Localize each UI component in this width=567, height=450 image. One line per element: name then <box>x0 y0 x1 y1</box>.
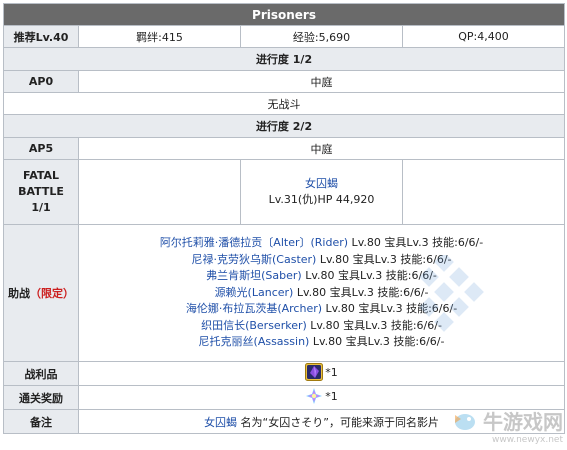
no-battle-note: 无战斗 <box>2 92 566 115</box>
support-servant-link[interactable]: 弗兰肯斯坦(Saber) <box>206 269 302 282</box>
support-servant-stats: Lv.80 宝具Lv.3 技能:6/6/- <box>348 236 484 250</box>
support-servant-stats: Lv.80 宝具Lv.3 技能:6/6/- <box>306 318 442 332</box>
limited-tag: （限定） <box>30 287 74 300</box>
support-servant-row: 尼禄·克劳狄乌斯(Caster) Lv.80 宝具Lv.3 技能:6/6/- <box>79 252 564 269</box>
support-servant-row: 阿尔托莉雅·潘德拉贡〔Alter〕(Rider) Lv.80 宝具Lv.3 技能… <box>79 235 564 252</box>
progress-2-header: 进行度 2/2 <box>2 114 566 138</box>
support-servant-link[interactable]: 织田信长(Berserker) <box>201 319 307 332</box>
progress-1-header: 进行度 1/2 <box>2 47 566 71</box>
saint-quartz-icon[interactable] <box>305 387 323 405</box>
support-servant-row: 织田信长(Berserker) Lv.80 宝具Lv.3 技能:6/6/- <box>79 318 564 335</box>
fatal-battle-label: FATAL BATTLE 1/1 <box>3 159 79 225</box>
empty-enemy-slot <box>78 159 241 225</box>
location-label: 中庭 <box>77 70 566 93</box>
support-label: 助战（限定） <box>3 224 79 362</box>
enemy-name-link[interactable]: 女囚蝎 <box>241 176 402 192</box>
qp-value: QP:4,400 <box>401 25 566 48</box>
loot-count: *1 <box>325 365 338 379</box>
loot-cell: *1 <box>77 361 566 386</box>
remark-label: 备注 <box>3 409 79 434</box>
support-servant-stats: Lv.80 宝具Lv.3 技能:6/6/- <box>293 285 429 299</box>
support-servant-stats: Lv.80 宝具Lv.3 技能:6/6/- <box>316 252 452 266</box>
wave-count: 1/1 <box>31 201 51 214</box>
support-servant-row: 弗兰肯斯坦(Saber) Lv.80 宝具Lv.3 技能:6/6/- <box>79 268 564 285</box>
recommend-level-label: 推荐Lv.40 <box>3 25 79 48</box>
clear-reward-label: 通关奖励 <box>3 385 79 410</box>
watermark-url: www.newyx.net <box>491 435 563 445</box>
remark-cell: 女囚蝎 名为“女囚さそり”，可能来源于同名影片 <box>77 409 566 434</box>
clear-reward-count: *1 <box>325 389 338 403</box>
quest-table: Prisoners 推荐Lv.40 羁绊:415 经验:5,690 QP:4,4… <box>2 3 566 434</box>
enemy-stats: Lv.31(仇)HP 44,920 <box>268 193 375 206</box>
support-servant-stats: Lv.80 宝具Lv.3 技能:6/6/- <box>301 269 437 283</box>
support-servant-link[interactable]: 海伦娜·布拉瓦茨基(Archer) <box>186 302 322 315</box>
bond-value: 羁绊:415 <box>78 25 241 48</box>
support-list: 阿尔托莉雅·潘德拉贡〔Alter〕(Rider) Lv.80 宝具Lv.3 技能… <box>77 224 566 362</box>
ap-cost-label: AP0 <box>3 70 79 93</box>
battle-line: BATTLE <box>18 185 64 198</box>
clear-reward-cell: *1 <box>77 385 566 410</box>
support-servant-stats: Lv.80 宝具Lv.3 技能:6/6/- <box>322 302 458 316</box>
remark-enemy-link[interactable]: 女囚蝎 <box>204 416 237 429</box>
location-label: 中庭 <box>77 137 566 160</box>
ap-cost-label: AP5 <box>3 137 79 160</box>
support-servant-link[interactable]: 尼托克丽丝(Assassin) <box>199 335 310 348</box>
enemy-cell: 女囚蝎 Lv.31(仇)HP 44,920 <box>240 159 403 225</box>
support-servant-stats: Lv.80 宝具Lv.3 技能:6/6/- <box>309 335 445 349</box>
quest-title: Prisoners <box>2 3 566 26</box>
remark-text: 名为“女囚さそり”，可能来源于同名影片 <box>237 415 439 429</box>
support-servant-link[interactable]: 源赖光(Lancer) <box>215 286 294 299</box>
support-servant-link[interactable]: 阿尔托莉雅·潘德拉贡〔Alter〕(Rider) <box>160 236 348 249</box>
empty-enemy-slot <box>401 159 566 225</box>
support-servant-row: 尼托克丽丝(Assassin) Lv.80 宝具Lv.3 技能:6/6/- <box>79 334 564 351</box>
exp-value: 经验:5,690 <box>240 25 403 48</box>
support-lines: 阿尔托莉雅·潘德拉贡〔Alter〕(Rider) Lv.80 宝具Lv.3 技能… <box>79 235 564 351</box>
purple-gem-icon[interactable] <box>305 363 324 381</box>
support-servant-row: 海伦娜·布拉瓦茨基(Archer) Lv.80 宝具Lv.3 技能:6/6/- <box>79 301 564 318</box>
loot-label: 战利品 <box>3 361 79 386</box>
fatal-line: FATAL <box>22 169 60 182</box>
support-servant-link[interactable]: 尼禄·克劳狄乌斯(Caster) <box>192 253 317 266</box>
support-label-text: 助战 <box>8 287 30 300</box>
support-servant-row: 源赖光(Lancer) Lv.80 宝具Lv.3 技能:6/6/- <box>79 285 564 302</box>
